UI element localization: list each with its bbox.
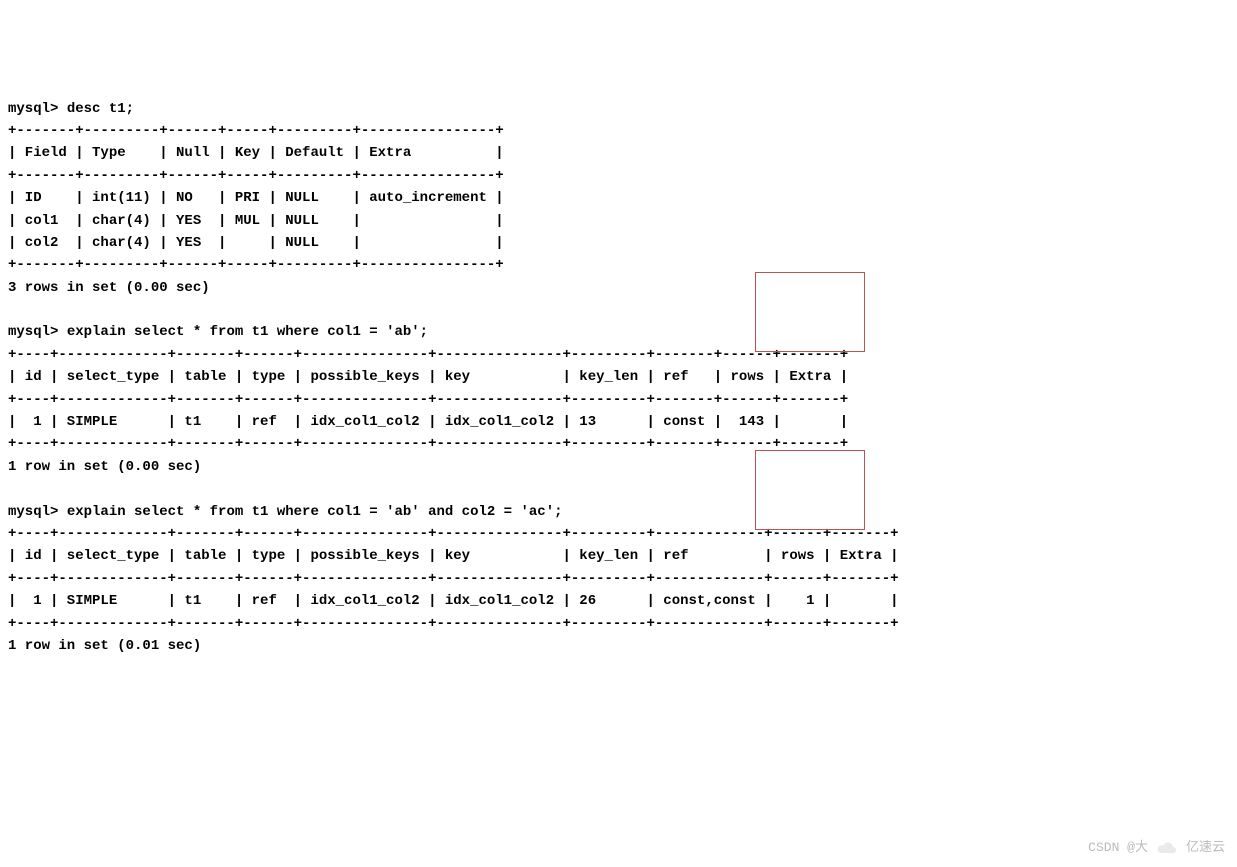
highlight-keylen-1 [755,272,865,352]
table-border: +----+-------------+-------+------+-----… [8,392,848,408]
table-border: +-------+---------+------+-----+--------… [8,168,504,184]
table-border: +----+-------------+-------+------+-----… [8,347,848,363]
table-border: +-------+---------+------+-----+--------… [8,123,504,139]
table-row: | col2 | char(4) | YES | | NULL | | [8,235,504,251]
table-row: | ID | int(11) | NO | PRI | NULL | auto_… [8,190,504,206]
watermark: CSDN @大 亿速云 [1088,838,1225,859]
sql-command: desc t1; [67,101,134,117]
table-border: +----+-------------+-------+------+-----… [8,436,848,452]
table-row: | col1 | char(4) | YES | MUL | NULL | | [8,213,504,229]
watermark-text-2: 亿速云 [1186,838,1225,859]
table-border: +-------+---------+------+-----+--------… [8,257,504,273]
table-header: | Field | Type | Null | Key | Default | … [8,145,504,161]
table-header: | id | select_type | table | type | poss… [8,369,848,385]
mysql-prompt: mysql> [8,504,67,520]
result-footer: 1 row in set (0.01 sec) [8,638,201,654]
result-footer: 1 row in set (0.00 sec) [8,459,201,475]
table-border: +----+-------------+-------+------+-----… [8,526,899,542]
mysql-prompt: mysql> [8,324,67,340]
result-footer: 3 rows in set (0.00 sec) [8,280,210,296]
table-border: +----+-------------+-------+------+-----… [8,571,899,587]
sql-command: explain select * from t1 where col1 = 'a… [67,324,428,340]
table-header: | id | select_type | table | type | poss… [8,548,899,564]
sql-command: explain select * from t1 where col1 = 'a… [67,504,563,520]
cloud-icon [1156,840,1178,856]
table-row: | 1 | SIMPLE | t1 | ref | idx_col1_col2 … [8,414,848,430]
table-row: | 1 | SIMPLE | t1 | ref | idx_col1_col2 … [8,593,899,609]
table-border: +----+-------------+-------+------+-----… [8,616,899,632]
mysql-prompt: mysql> [8,101,67,117]
watermark-text: CSDN @大 [1088,838,1148,859]
highlight-keylen-2 [755,450,865,530]
